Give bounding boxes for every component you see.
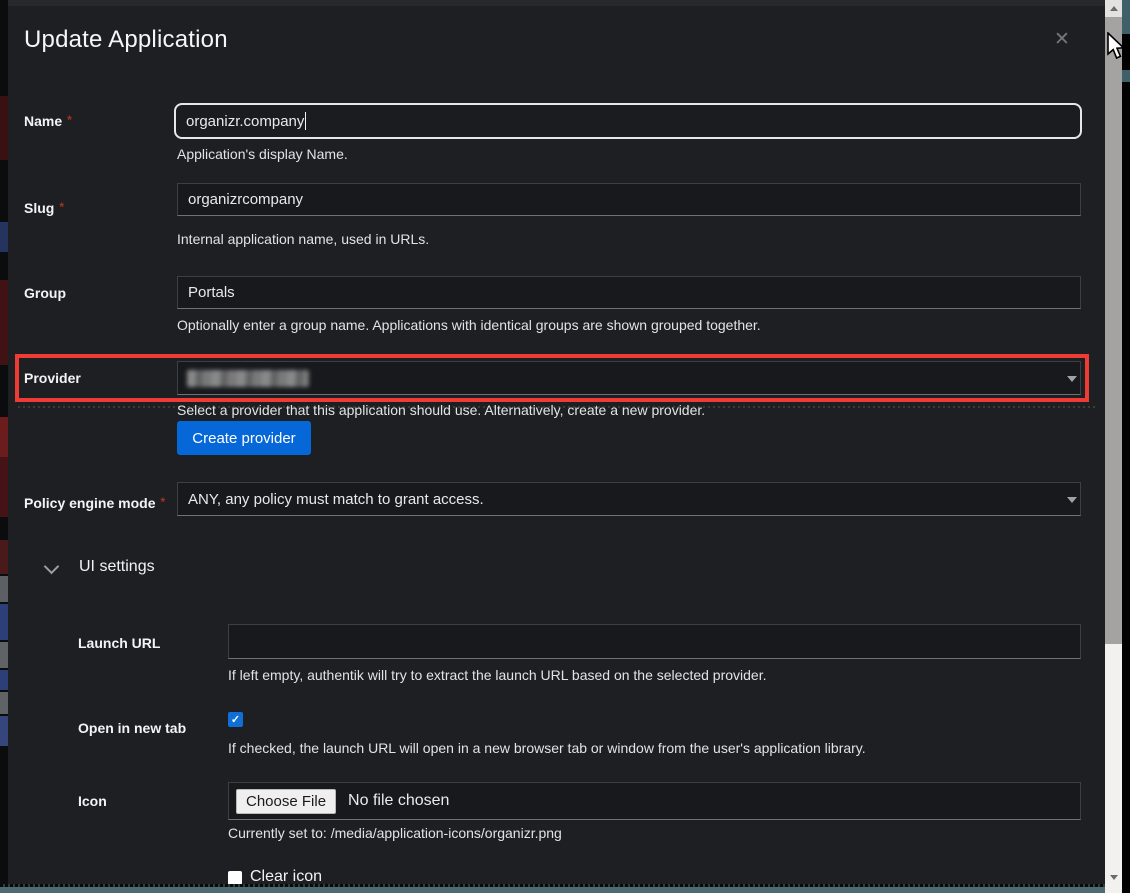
slug-input[interactable]: organizrcompany: [177, 183, 1081, 216]
vertical-scrollbar[interactable]: [1105, 0, 1122, 893]
open-in-new-tab-checkbox[interactable]: ✓: [228, 712, 243, 727]
group-label: Group: [24, 285, 66, 301]
scrollbar-down-button[interactable]: [1105, 869, 1122, 886]
policy-select-value: ANY, any policy must match to grant acce…: [188, 491, 484, 508]
backdrop-left-sliver: [0, 0, 8, 893]
chevron-down-icon[interactable]: [44, 559, 60, 575]
policy-label-text: Policy engine mode: [24, 495, 155, 511]
text-cursor: [305, 112, 306, 130]
annotation-highlight-box: [15, 354, 1089, 402]
slug-help: Internal application name, used in URLs.: [177, 231, 429, 247]
provider-help: Select a provider that this application …: [177, 402, 705, 418]
group-input[interactable]: Portals: [177, 276, 1081, 309]
name-label: Name *: [24, 113, 72, 129]
chevron-down-icon: [1067, 497, 1077, 503]
clear-icon-checkbox[interactable]: [228, 871, 242, 885]
file-status-text: No file chosen: [348, 792, 449, 810]
policy-engine-mode-select[interactable]: ANY, any policy must match to grant acce…: [177, 482, 1081, 516]
window-bottom-bar: [0, 887, 1122, 893]
create-provider-button[interactable]: Create provider: [177, 421, 311, 455]
screen-right-edge: [1122, 0, 1130, 893]
group-input-value: Portals: [188, 284, 235, 301]
ui-settings-section-toggle[interactable]: UI settings: [79, 558, 155, 576]
scrollbar-thumb[interactable]: [1105, 17, 1122, 644]
mouse-cursor-icon: [1106, 32, 1125, 66]
open-in-new-tab-label: Open in new tab: [78, 720, 186, 736]
launch-url-help: If left empty, authentik will try to ext…: [228, 667, 767, 683]
group-help: Optionally enter a group name. Applicati…: [177, 317, 761, 333]
icon-label: Icon: [78, 793, 107, 809]
scrollbar-up-button[interactable]: [1105, 0, 1122, 17]
icon-file-input[interactable]: Choose File No file chosen: [228, 782, 1081, 820]
name-input[interactable]: organizr.company: [174, 103, 1082, 139]
check-icon: ✓: [231, 713, 240, 726]
launch-url-label: Launch URL: [78, 635, 160, 651]
screenshot-root: Update Application ✕ Name * organizr.comp…: [0, 0, 1130, 893]
policy-engine-mode-label: Policy engine mode *: [24, 495, 165, 511]
policy-required-mark: *: [160, 495, 165, 509]
modal-title: Update Application: [24, 26, 228, 54]
launch-url-input[interactable]: [228, 624, 1081, 659]
arrow-down-icon: [1110, 875, 1118, 880]
update-application-modal: Update Application ✕ Name * organizr.comp…: [8, 6, 1105, 884]
close-icon[interactable]: ✕: [1054, 30, 1070, 49]
choose-file-button[interactable]: Choose File: [236, 789, 336, 814]
slug-label: Slug *: [24, 200, 64, 216]
icon-help: Currently set to: /media/application-ico…: [228, 825, 562, 841]
slug-label-text: Slug: [24, 200, 54, 216]
name-input-value: organizr.company: [186, 113, 304, 130]
slug-input-value: organizrcompany: [188, 191, 303, 208]
name-required-mark: *: [67, 113, 72, 127]
arrow-up-icon: [1110, 6, 1118, 11]
name-help: Application's display Name.: [177, 146, 348, 162]
name-label-text: Name: [24, 113, 62, 129]
slug-required-mark: *: [59, 200, 64, 214]
open-in-new-tab-help: If checked, the launch URL will open in …: [228, 740, 866, 756]
